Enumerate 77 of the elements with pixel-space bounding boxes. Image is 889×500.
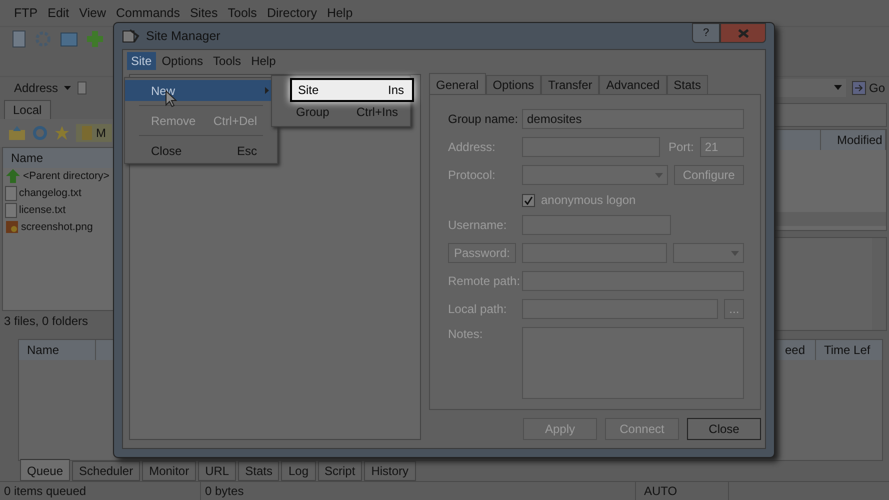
menu-item[interactable]: FTP (14, 6, 38, 20)
checkmark-icon (524, 196, 533, 204)
image-file-icon (5, 220, 19, 234)
file-name[interactable]: changelog.txt (19, 187, 82, 200)
menu-item[interactable]: Tools (209, 52, 246, 70)
submenu-arrow-icon (265, 87, 269, 94)
local-tab[interactable]: Local (4, 100, 51, 119)
local-status-text: 3 files, 0 folders (3, 312, 90, 330)
refresh-icon[interactable] (32, 124, 48, 141)
menu-item[interactable]: Group Ctrl+Ins (272, 102, 410, 122)
arrow-right-icon (852, 80, 866, 95)
panel-tab[interactable]: URL (198, 460, 236, 481)
menu-item[interactable]: Help (247, 52, 280, 70)
logon-type-dropdown[interactable] (672, 243, 744, 263)
menu-item[interactable]: Edit (48, 6, 70, 20)
dropdown-arrow-icon[interactable] (64, 86, 72, 90)
address-label[interactable]: Address (14, 80, 58, 95)
settings-tab[interactable]: Stats (666, 75, 708, 94)
document-icon[interactable] (12, 30, 26, 48)
menu-item[interactable]: Commands (116, 6, 180, 20)
protocol-dropdown[interactable] (522, 165, 668, 185)
field-label: Protocol: (448, 168, 496, 182)
menu-item[interactable]: Help (326, 6, 353, 20)
group-name-field[interactable]: demosites (522, 109, 744, 129)
field-label: Group name: (448, 112, 516, 126)
panel-tab[interactable]: Log (281, 460, 316, 481)
text-file-icon (5, 186, 17, 201)
dialog-title: Site Manager (146, 29, 220, 43)
settings-tab[interactable]: Options (486, 75, 542, 94)
server-icon (77, 80, 88, 95)
text-file-icon (5, 202, 17, 218)
panel-tab[interactable]: Scheduler (72, 460, 140, 481)
dropdown-arrow-icon (654, 172, 663, 178)
menu-item[interactable]: View (79, 6, 106, 20)
folder-icon[interactable] (60, 31, 78, 48)
menu-item[interactable]: Tools (228, 6, 257, 20)
settings-tab[interactable]: General (429, 73, 486, 94)
status-text: 0 items queued (0, 482, 201, 500)
panel-tab[interactable]: History (364, 460, 416, 481)
file-name[interactable]: screenshot.png (21, 221, 93, 234)
folder-up-icon[interactable] (8, 124, 26, 141)
dropdown-arrow-icon (731, 250, 739, 256)
panel-tab[interactable]: Queue (20, 458, 70, 481)
panel-tab[interactable]: Script (318, 460, 362, 481)
settings-tab[interactable]: Transfer (541, 75, 600, 94)
folder-icon (82, 126, 92, 140)
menu-item[interactable]: Options (158, 52, 208, 70)
field-label: Address: (448, 140, 496, 154)
field-label: Username: (448, 218, 508, 232)
file-name[interactable]: license.txt (19, 204, 66, 216)
field-label: Notes: (448, 327, 484, 341)
field-label: Port: (668, 140, 694, 154)
file-name[interactable]: <Parent directory> (23, 170, 110, 182)
help-button[interactable]: ? (692, 23, 720, 43)
menu-item[interactable]: Site (127, 52, 156, 70)
folder-field[interactable]: M (76, 124, 112, 142)
menu-item[interactable]: Sites (190, 6, 218, 20)
panel-tab[interactable]: Stats (238, 460, 280, 481)
close-button[interactable] (720, 23, 766, 43)
star-icon[interactable] (54, 124, 70, 141)
field-label: Local path: (448, 302, 508, 316)
menu-item[interactable]: Close Esc (125, 140, 277, 161)
up-arrow-icon (5, 168, 21, 184)
close-icon (738, 28, 748, 38)
site-manager-icon (122, 28, 140, 44)
menu-item[interactable]: Directory (266, 6, 317, 20)
vertical-scrollbar[interactable] (872, 238, 886, 330)
go-button[interactable]: Go (850, 80, 887, 95)
column-header[interactable]: Modified (820, 130, 886, 150)
status-text: AUTO (636, 482, 729, 500)
dropdown-arrow-icon (834, 85, 842, 90)
settings-tab[interactable]: Advanced (599, 75, 667, 94)
menu-item[interactable]: Site Ins (290, 78, 414, 102)
dialog-button[interactable]: Close (687, 418, 761, 440)
panel-tab[interactable]: Monitor (142, 460, 196, 481)
status-text: 0 bytes (201, 482, 636, 500)
plus-icon[interactable] (86, 30, 104, 48)
